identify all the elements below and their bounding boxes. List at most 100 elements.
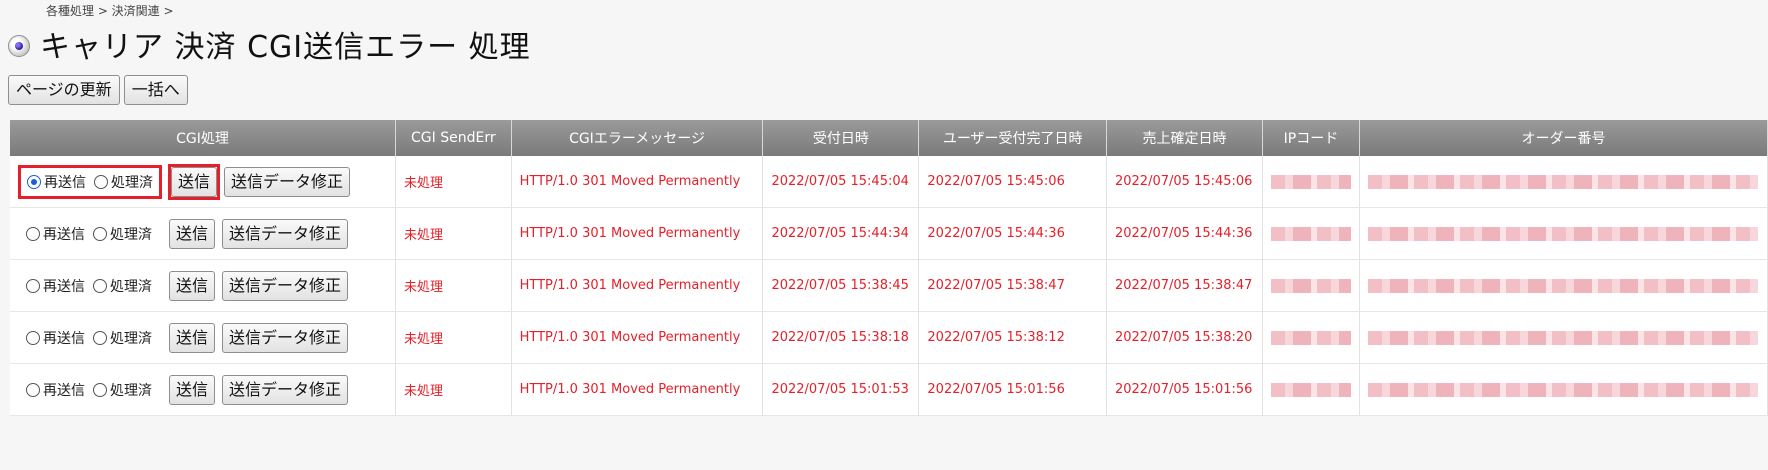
user-completed-at: 2022/07/05 15:45:06 <box>918 156 1107 208</box>
resend-radio[interactable] <box>27 174 41 189</box>
order-number-cell <box>1359 363 1768 416</box>
edit-send-data-button[interactable]: 送信データ修正 <box>222 218 349 249</box>
error-message: HTTP/1.0 301 Moved Permanently <box>511 207 764 260</box>
edit-send-data-button[interactable]: 送信データ修正 <box>222 374 349 405</box>
page-header: キャリア 決済 CGI送信エラー 処理 <box>8 22 531 66</box>
breadcrumb: 各種処理 > 決済関連 > <box>46 4 174 18</box>
processed-radio-option[interactable]: 処理済 <box>93 328 152 348</box>
processed-radio[interactable] <box>93 382 107 397</box>
senderr-status: 未処理 <box>395 363 512 416</box>
processed-radio-option[interactable]: 処理済 <box>94 172 153 192</box>
resend-radio[interactable] <box>26 382 40 397</box>
send-button-wrap: 送信 <box>166 372 218 408</box>
table-row: 再送信 処理済 送信 送信データ修正 未処理 HTTP/1.0 301 Move… <box>10 259 1768 312</box>
error-message: HTTP/1.0 301 Moved Permanently <box>511 363 764 416</box>
send-button[interactable]: 送信 <box>169 374 216 405</box>
send-button[interactable]: 送信 <box>169 322 216 353</box>
error-message: HTTP/1.0 301 Moved Permanently <box>511 156 764 208</box>
column-header-ip-code: IPコード <box>1262 120 1360 156</box>
refresh-page-button[interactable]: ページの更新 <box>8 75 120 105</box>
resend-radio-option[interactable]: 再送信 <box>26 224 85 244</box>
radio-group: 再送信 処理済 <box>18 270 160 302</box>
user-completed-at: 2022/07/05 15:01:56 <box>918 363 1107 416</box>
processed-radio[interactable] <box>93 278 107 293</box>
column-header-sales-confirmed-at: 売上確定日時 <box>1106 120 1263 156</box>
received-at: 2022/07/05 15:45:04 <box>762 156 920 208</box>
cgi-process-cell: 再送信 処理済 送信 送信データ修正 <box>10 207 397 260</box>
table-row: 再送信 処理済 送信 送信データ修正 未処理 HTTP/1.0 301 Move… <box>10 156 1768 208</box>
edit-send-data-button[interactable]: 送信データ修正 <box>222 270 349 301</box>
processed-radio[interactable] <box>94 174 108 189</box>
senderr-status: 未処理 <box>395 311 512 364</box>
table-row: 再送信 処理済 送信 送信データ修正 未処理 HTTP/1.0 301 Move… <box>10 363 1768 416</box>
page-title: キャリア 決済 CGI送信エラー 処理 <box>40 30 531 65</box>
resend-radio[interactable] <box>26 278 40 293</box>
processed-radio-label: 処理済 <box>110 226 152 243</box>
redacted-order-number <box>1367 174 1758 189</box>
send-button[interactable]: 送信 <box>169 270 216 301</box>
cgi-process-cell: 再送信 処理済 送信 送信データ修正 <box>10 311 397 364</box>
processed-radio[interactable] <box>93 330 107 345</box>
radio-group: 再送信 処理済 <box>18 164 162 199</box>
redacted-order-number <box>1367 382 1758 397</box>
senderr-status: 未処理 <box>395 156 512 208</box>
redacted-order-number <box>1367 226 1758 241</box>
resend-radio[interactable] <box>26 330 40 345</box>
received-at: 2022/07/05 15:44:34 <box>762 207 920 260</box>
resend-radio-option[interactable]: 再送信 <box>26 380 85 400</box>
redacted-ip-code <box>1270 382 1351 397</box>
column-header-cgi-process: CGI処理 <box>10 120 397 156</box>
radio-group: 再送信 処理済 <box>18 374 160 406</box>
column-header-user-completed-at: ユーザー受付完了日時 <box>918 120 1107 156</box>
redacted-ip-code <box>1270 174 1351 189</box>
edit-send-data-button[interactable]: 送信データ修正 <box>222 322 349 353</box>
senderr-status: 未処理 <box>395 207 512 260</box>
user-completed-at: 2022/07/05 15:44:36 <box>918 207 1107 260</box>
table-row: 再送信 処理済 送信 送信データ修正 未処理 HTTP/1.0 301 Move… <box>10 311 1768 364</box>
resend-radio-label: 再送信 <box>43 226 85 243</box>
column-header-cgi-senderr: CGI SendErr <box>395 120 512 156</box>
processed-radio-label: 処理済 <box>110 382 152 399</box>
error-message: HTTP/1.0 301 Moved Permanently <box>511 259 764 312</box>
sales-confirmed-at: 2022/07/05 15:38:20 <box>1106 311 1263 364</box>
edit-send-data-button[interactable]: 送信データ修正 <box>224 166 351 197</box>
ip-code-cell <box>1262 156 1360 208</box>
ip-code-cell <box>1262 259 1360 312</box>
radio-group: 再送信 処理済 <box>18 218 160 250</box>
resend-radio-label: 再送信 <box>43 330 85 347</box>
table-row: 再送信 処理済 送信 送信データ修正 未処理 HTTP/1.0 301 Move… <box>10 207 1768 260</box>
bulk-button[interactable]: 一括へ <box>123 75 188 105</box>
ip-code-cell <box>1262 363 1360 416</box>
order-number-cell <box>1359 156 1768 208</box>
order-number-cell <box>1359 207 1768 260</box>
ip-code-cell <box>1262 311 1360 364</box>
resend-radio-option[interactable]: 再送信 <box>26 276 85 296</box>
resend-radio-option[interactable]: 再送信 <box>27 172 86 192</box>
send-button-wrap: 送信 <box>166 216 218 252</box>
table-header-row: CGI処理 CGI SendErr CGIエラーメッセージ 受付日時 ユーザー受… <box>10 120 1768 156</box>
processed-radio-option[interactable]: 処理済 <box>93 224 152 244</box>
processed-radio-label: 処理済 <box>110 330 152 347</box>
send-button[interactable]: 送信 <box>171 166 218 197</box>
resend-radio[interactable] <box>26 226 40 241</box>
column-header-order-number: オーダー番号 <box>1359 120 1768 156</box>
redacted-ip-code <box>1270 330 1351 345</box>
senderr-status: 未処理 <box>395 259 512 312</box>
resend-radio-label: 再送信 <box>43 382 85 399</box>
cgi-error-table: CGI処理 CGI SendErr CGIエラーメッセージ 受付日時 ユーザー受… <box>10 120 1768 416</box>
processed-radio[interactable] <box>93 226 107 241</box>
received-at: 2022/07/05 15:38:18 <box>762 311 920 364</box>
resend-radio-label: 再送信 <box>44 174 86 191</box>
send-button[interactable]: 送信 <box>169 218 216 249</box>
sales-confirmed-at: 2022/07/05 15:44:36 <box>1106 207 1263 260</box>
processed-radio-option[interactable]: 処理済 <box>93 276 152 296</box>
order-number-cell <box>1359 311 1768 364</box>
send-button-wrap: 送信 <box>166 320 218 356</box>
cgi-process-cell: 再送信 処理済 送信 送信データ修正 <box>10 363 397 416</box>
redacted-ip-code <box>1270 226 1351 241</box>
processed-radio-option[interactable]: 処理済 <box>93 380 152 400</box>
resend-radio-option[interactable]: 再送信 <box>26 328 85 348</box>
toolbar: ページの更新 一括へ <box>8 75 188 105</box>
resend-radio-label: 再送信 <box>43 278 85 295</box>
user-completed-at: 2022/07/05 15:38:47 <box>918 259 1107 312</box>
